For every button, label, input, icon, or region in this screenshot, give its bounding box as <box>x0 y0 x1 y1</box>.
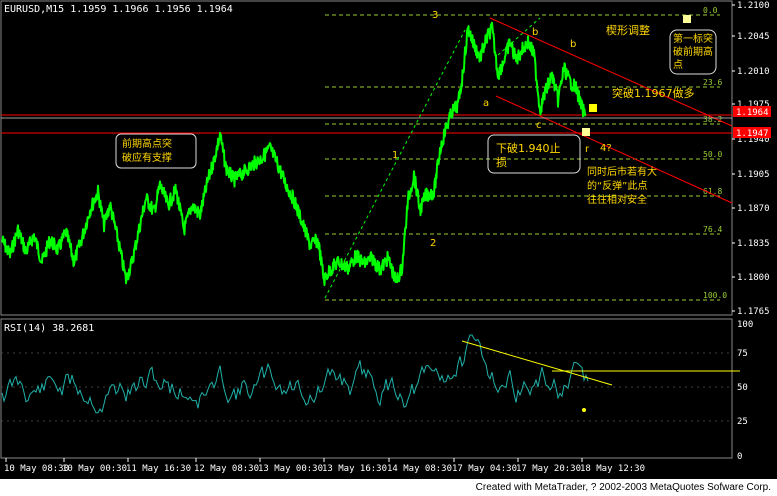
rsi-tick-label: 75 <box>737 349 748 359</box>
target-marker <box>683 15 691 23</box>
wave-label-a: a <box>483 98 489 109</box>
price-tick-label: 1.1765 <box>737 307 770 317</box>
wave-label-b1: b <box>532 27 538 38</box>
time-tick-label: 18 May 12:30 <box>580 464 645 474</box>
wave-label-b2: b <box>570 39 576 50</box>
wave-label-2: 2 <box>430 238 436 249</box>
buy-marker <box>589 104 597 112</box>
stop-marker <box>582 128 590 136</box>
time-tick-label: 17 May 20:30 <box>516 464 581 474</box>
time-tick-label: 10 May 08:30 <box>4 464 69 474</box>
wave-label-c: c <box>536 120 542 131</box>
target-text-3: 点 <box>673 59 683 71</box>
fib-level-label: 100.0 <box>703 291 727 300</box>
fib-level-label: 76.4 <box>703 225 722 234</box>
marker-price-label: 1.1947 <box>736 129 769 139</box>
rsi-panel-border <box>0 318 733 459</box>
target-text-1: 第一标突 <box>673 32 713 45</box>
stop-text-1: 下破1.940止 <box>496 141 561 155</box>
time-tick-label: 14 May 08:30 <box>387 464 452 474</box>
price-tick-label: 1.2100 <box>737 1 770 11</box>
rsi-tick-label: 100 <box>737 320 753 330</box>
time-tick-label: 12 May 08:30 <box>194 464 259 474</box>
note-text-2: 的“反弹”此点 <box>587 179 647 192</box>
time-tick-label: 13 May 16:30 <box>322 464 387 474</box>
wedge-label: 楔形调整 <box>606 23 650 37</box>
current-price-label: 1.1964 <box>736 108 769 118</box>
note-text-1: 同时后市若有大 <box>587 165 657 178</box>
footer: Created with MetaTrader, ? 2002-2003 Met… <box>0 479 777 496</box>
chart-canvas: 0.023.638.250.061.876.4100.0 EURUSD,M15 … <box>0 0 771 474</box>
time-tick-label: 13 May 00:30 <box>258 464 323 474</box>
rsi-trend-line <box>461 340 613 386</box>
price-tick-label: 1.1835 <box>737 239 770 249</box>
rsi-series <box>1 334 589 414</box>
wave-label-1: 1 <box>392 150 398 161</box>
wave-label-r: r <box>585 144 590 155</box>
fib-level-label: 38.2 <box>703 115 722 124</box>
rsi-tick-label: 50 <box>737 383 748 393</box>
price-tick-label: 1.1800 <box>737 273 770 283</box>
axes: 1.21001.20451.20101.19751.19401.19051.18… <box>4 1 771 474</box>
rsi-tick-label: 25 <box>737 417 748 427</box>
footer-credit: Created with MetaTrader, ? 2002-2003 Met… <box>475 482 771 493</box>
rsi-header: RSI(14) 38.2681 <box>4 323 94 334</box>
chart-window: 0.0 23.6 38.2 50.0 61.8 76.4 100.0 EURUSD,M15 … <box>0 0 777 496</box>
fib-level-label: 0.0 <box>703 6 718 15</box>
stop-text-2: 损 <box>496 155 507 169</box>
time-tick-label: 17 May 04:30 <box>452 464 517 474</box>
wave-label-4: 4? <box>600 143 612 154</box>
time-tick-label: 10 May 00:30 <box>62 464 127 474</box>
wave-label-3: 3 <box>432 10 438 21</box>
chart-header: EURUSD,M15 1.1959 1.1966 1.1956 1.1964 <box>4 4 233 15</box>
price-tick-label: 1.1870 <box>737 204 770 214</box>
price-tick-label: 1.2045 <box>737 32 770 42</box>
fib-level-label: 23.6 <box>703 78 722 87</box>
wave-trend-line <box>324 29 466 299</box>
rsi-marker-dot <box>582 408 586 412</box>
fib-level-label: 50.0 <box>703 150 722 159</box>
rsi-tick-label: 0 <box>737 452 742 462</box>
price-tick-label: 1.2010 <box>737 67 770 77</box>
price-panel-border <box>0 0 733 316</box>
prev-high-text-1: 前期高点突 <box>122 137 172 150</box>
break-buy-label: 突破1.1967做多 <box>612 86 695 100</box>
note-text-3: 往往相对安全 <box>587 193 647 206</box>
prev-high-text-2: 破应有支撑 <box>122 151 172 164</box>
target-text-2: 破前期高 <box>673 45 713 58</box>
price-tick-label: 1.1905 <box>737 170 770 180</box>
time-tick-label: 11 May 16:30 <box>126 464 191 474</box>
